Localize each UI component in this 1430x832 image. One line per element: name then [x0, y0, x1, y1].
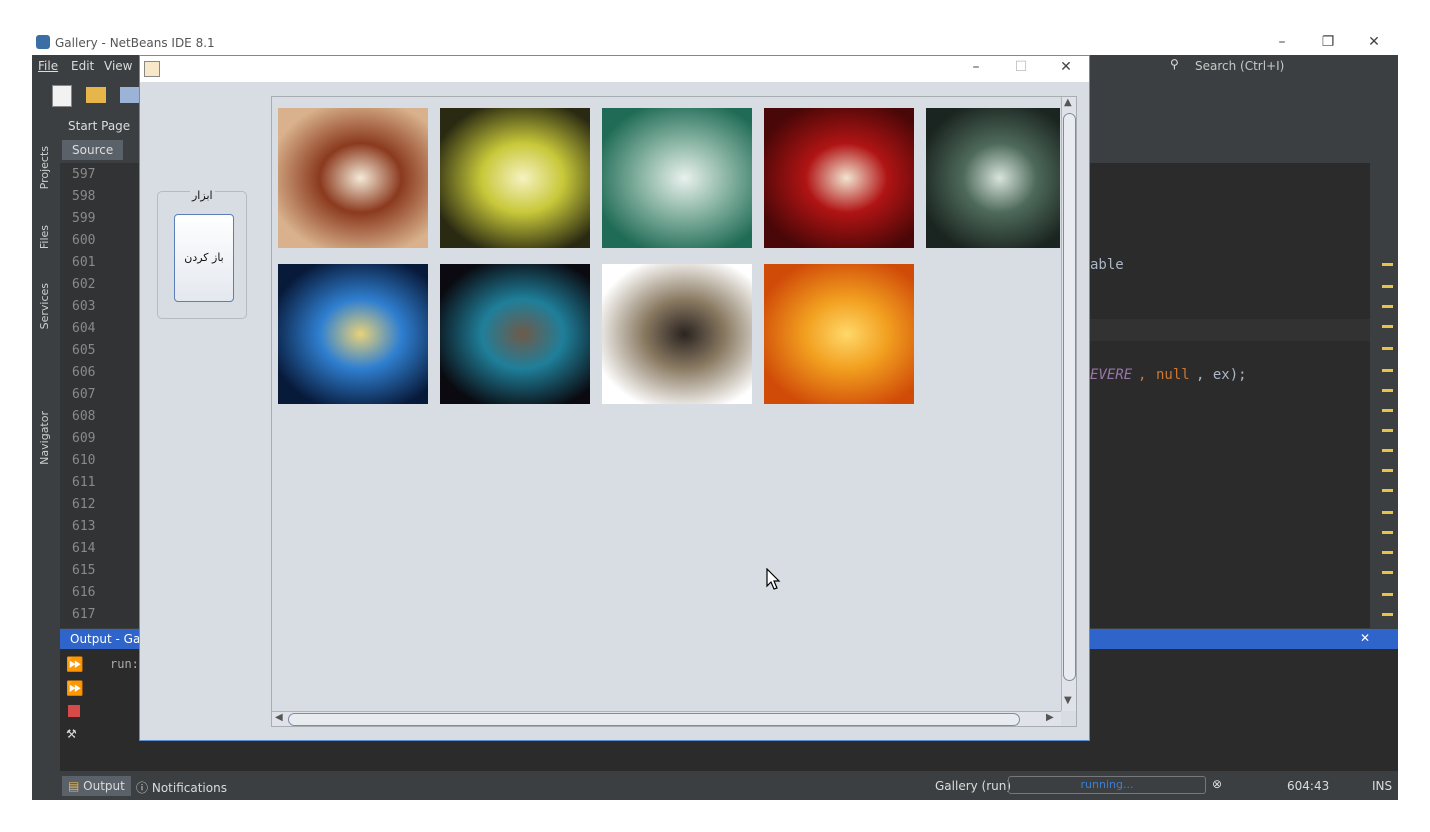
stripe-mark[interactable] — [1382, 531, 1393, 534]
gallery-dialog: – ☐ ✕ ابزار باز کردن ▲ ▼ ◀ ▶ — [139, 55, 1090, 741]
run-label: Gallery (run) — [935, 779, 1012, 793]
thumbnail-dark-landscape[interactable] — [926, 108, 1060, 248]
scroll-right-icon[interactable]: ▶ — [1046, 712, 1054, 723]
code-fragment: , — [1138, 367, 1147, 383]
rerun-icon[interactable]: ⏩ — [66, 657, 83, 673]
stripe-mark[interactable] — [1382, 469, 1393, 472]
vertical-scrollbar[interactable]: ▲ ▼ — [1061, 97, 1076, 711]
stripe-mark[interactable] — [1382, 409, 1393, 412]
thumbnail-blue-shrine[interactable] — [278, 264, 428, 404]
horizontal-scrollbar[interactable]: ◀ ▶ — [272, 711, 1061, 726]
stripe-mark[interactable] — [1382, 511, 1393, 514]
dialog-titlebar: – ☐ ✕ — [140, 56, 1089, 82]
output-icon: ▤ — [68, 779, 80, 793]
output-text: run: — [110, 657, 139, 671]
stripe-mark[interactable] — [1382, 429, 1393, 432]
stripe-mark[interactable] — [1382, 369, 1393, 372]
code-fragment: , ex); — [1196, 367, 1247, 383]
stripe-mark[interactable] — [1382, 305, 1393, 308]
thumbnail-quran-lantern[interactable] — [440, 108, 590, 248]
stripe-mark[interactable] — [1382, 571, 1393, 574]
thumbnail-quran-rose[interactable] — [278, 108, 428, 248]
code-fragment: able — [1090, 257, 1124, 273]
open-button[interactable]: باز کردن — [174, 214, 234, 302]
progress-bar: running... — [1008, 776, 1206, 794]
dialog-maximize-button[interactable]: ☐ — [998, 56, 1044, 80]
stripe-mark[interactable] — [1382, 449, 1393, 452]
notifications-tab[interactable]: ⓘ Notifications — [136, 779, 227, 796]
stripe-mark[interactable] — [1382, 285, 1393, 288]
error-stripe — [1370, 163, 1398, 628]
thumbnail-orange-glow[interactable] — [764, 264, 914, 404]
code-fragment: EVERE — [1090, 367, 1133, 383]
stripe-mark[interactable] — [1382, 325, 1393, 328]
rerun-config-icon[interactable]: ⏩ — [66, 681, 83, 697]
toolbox-panel: ابزار باز کردن — [157, 189, 247, 319]
dialog-close-button[interactable]: ✕ — [1043, 56, 1089, 80]
mouse-cursor-icon — [766, 568, 781, 590]
notifications-label: Notifications — [151, 781, 227, 795]
stripe-mark[interactable] — [1382, 347, 1393, 350]
output-tab-label: Output — [83, 779, 125, 793]
thumbnail-green-calligraphy[interactable] — [602, 108, 752, 248]
status-bar: ▤ Output ⓘ Notifications Gallery (run) r… — [32, 773, 1398, 800]
caret-position: 604:43 — [1287, 779, 1330, 793]
scroll-left-icon[interactable]: ◀ — [275, 712, 283, 723]
stripe-mark[interactable] — [1382, 593, 1393, 596]
thumbnail-white-tower[interactable] — [602, 264, 752, 404]
insert-mode: INS — [1372, 779, 1393, 793]
stripe-mark[interactable] — [1382, 551, 1393, 554]
stripe-mark[interactable] — [1382, 489, 1393, 492]
scroll-down-icon[interactable]: ▼ — [1064, 695, 1072, 706]
thumbnail-grid — [272, 97, 1061, 711]
stop-icon[interactable] — [68, 705, 80, 717]
thumbnail-dark-dome[interactable] — [440, 264, 590, 404]
image-scroll-pane[interactable]: ▲ ▼ ◀ ▶ — [271, 96, 1077, 727]
thumbnail-red-calligraphy[interactable] — [764, 108, 914, 248]
output-status-tab[interactable]: ▤ Output — [62, 776, 131, 796]
scroll-thumb-vertical[interactable] — [1063, 113, 1076, 681]
close-icon[interactable]: ✕ — [1360, 631, 1370, 645]
dialog-minimize-button[interactable]: – — [953, 56, 999, 80]
stripe-mark[interactable] — [1382, 389, 1393, 392]
progress-text: running... — [1080, 778, 1134, 791]
stripe-mark[interactable] — [1382, 263, 1393, 266]
scroll-up-icon[interactable]: ▲ — [1064, 97, 1072, 108]
toolbox-title: ابزار — [190, 189, 215, 202]
settings-icon[interactable]: ⚒ — [66, 727, 77, 741]
output-title: Output - Gall — [70, 632, 147, 646]
stripe-mark[interactable] — [1382, 613, 1393, 616]
scroll-thumb-horizontal[interactable] — [288, 713, 1020, 726]
java-icon — [144, 61, 160, 77]
info-icon: ⓘ — [136, 781, 149, 795]
code-fragment: null — [1156, 367, 1190, 383]
cancel-icon[interactable]: ⊗ — [1212, 777, 1222, 791]
